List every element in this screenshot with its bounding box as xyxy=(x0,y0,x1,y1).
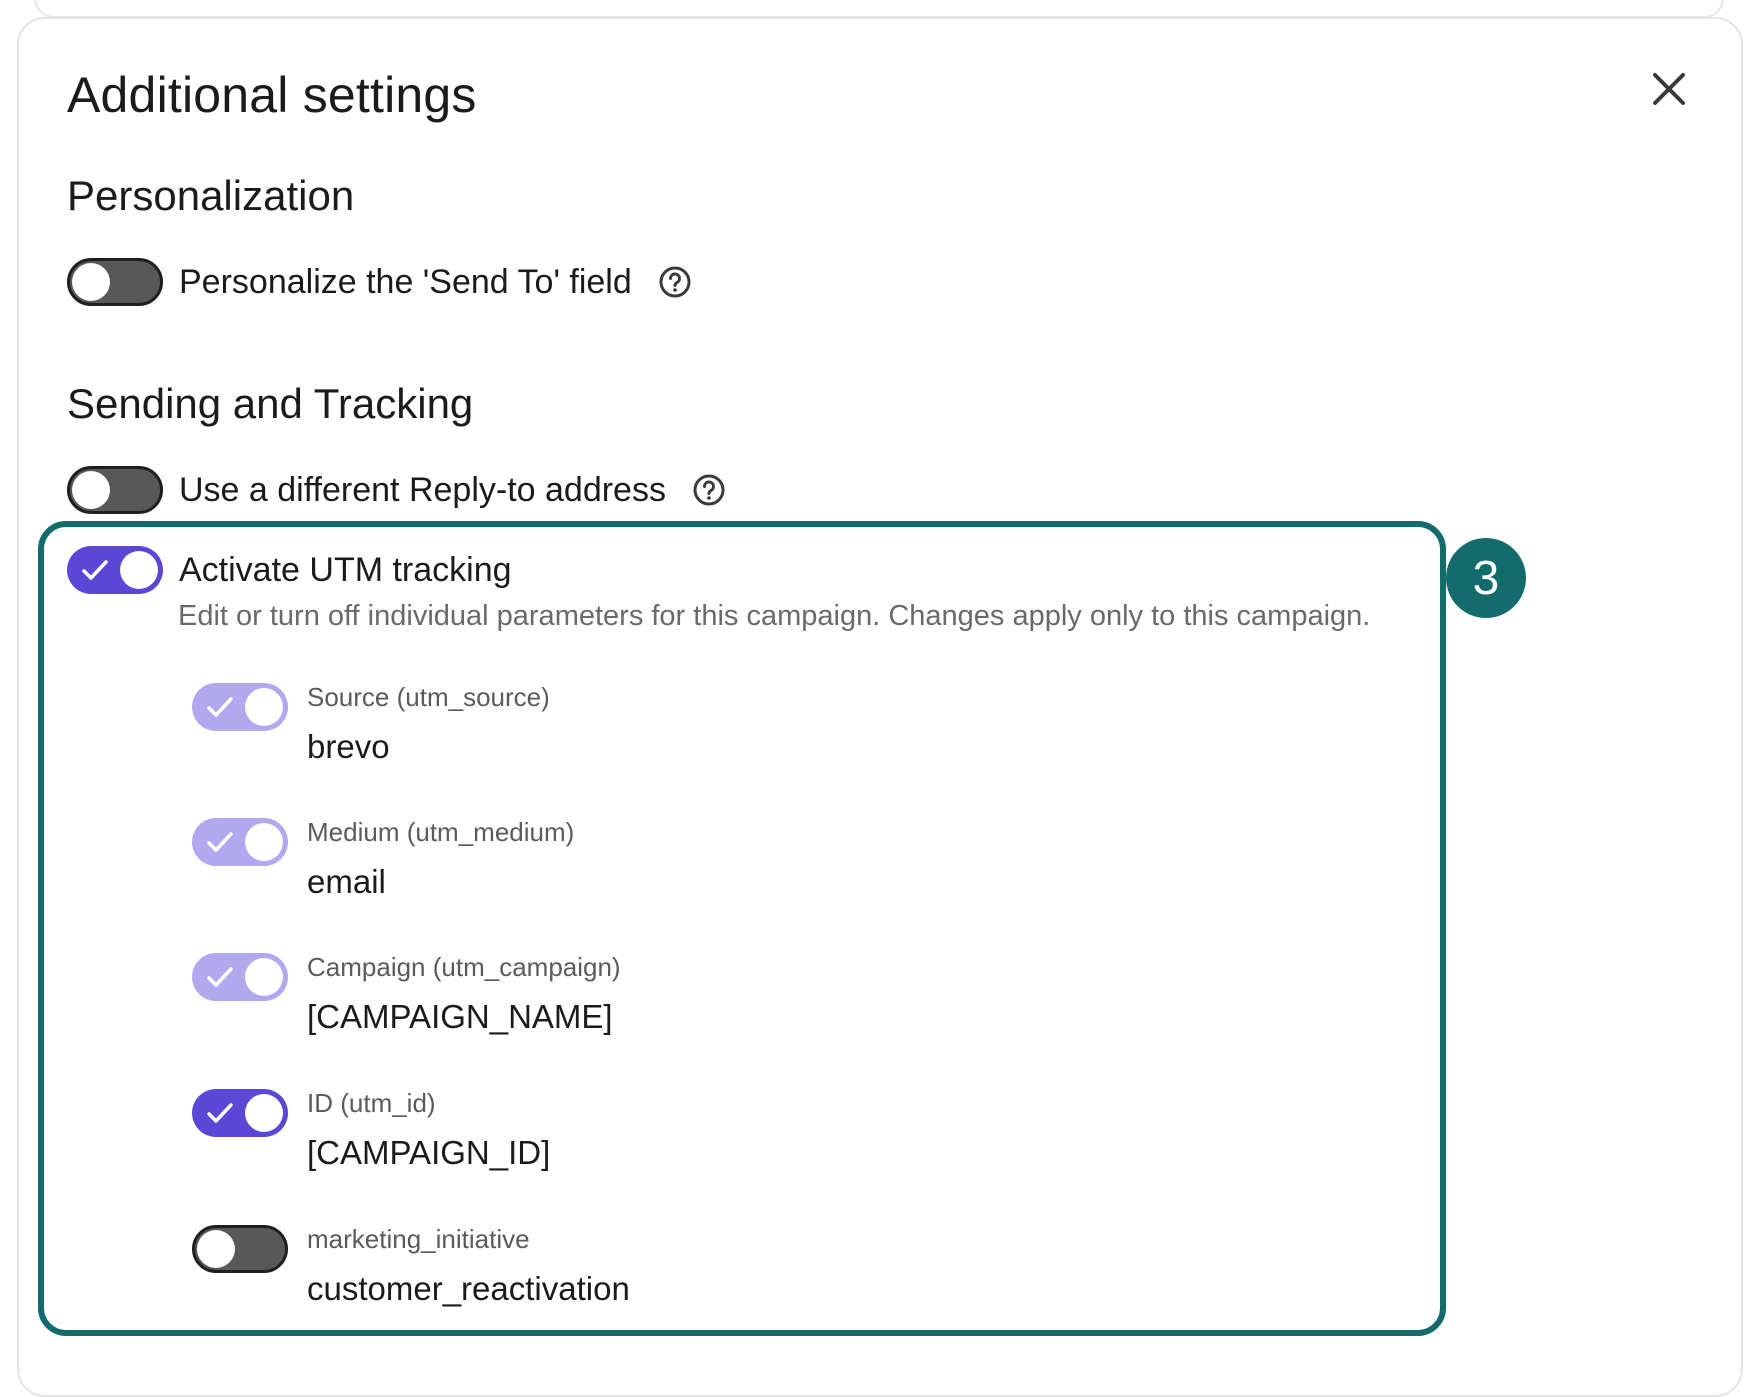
utm-label: Activate UTM tracking xyxy=(179,550,512,589)
utm-id-value: [CAMPAIGN_ID] xyxy=(307,1134,551,1171)
reply-to-toggle[interactable] xyxy=(67,466,163,514)
marketing-initiative-value: customer_reactivation xyxy=(307,1270,630,1307)
check-icon xyxy=(207,1103,233,1123)
utm-medium-toggle[interactable] xyxy=(192,818,288,866)
utm-campaign-toggle[interactable] xyxy=(192,953,288,1001)
reply-to-label: Use a different Reply-to address xyxy=(179,470,666,509)
utm-source-toggle[interactable] xyxy=(192,683,288,731)
step-number-badge: 3 xyxy=(1446,538,1526,618)
utm-description: Edit or turn off individual parameters f… xyxy=(178,600,1371,632)
help-icon[interactable] xyxy=(692,473,726,507)
utm-id-label: ID (utm_id) xyxy=(307,1088,436,1118)
help-icon[interactable] xyxy=(658,265,692,299)
send-to-label: Personalize the 'Send To' field xyxy=(179,262,632,301)
check-icon xyxy=(82,560,108,580)
check-icon xyxy=(207,967,233,987)
personalization-heading: Personalization xyxy=(67,172,355,219)
utm-source-label: Source (utm_source) xyxy=(307,682,550,712)
marketing-initiative-toggle[interactable] xyxy=(192,1225,288,1273)
utm-id-toggle[interactable] xyxy=(192,1089,288,1137)
utm-campaign-value: [CAMPAIGN_NAME] xyxy=(307,998,613,1035)
utm-row: Activate UTM tracking xyxy=(67,546,512,594)
utm-toggle[interactable] xyxy=(67,546,163,594)
check-icon xyxy=(207,832,233,852)
modal-title: Additional settings xyxy=(67,67,477,123)
marketing-initiative-label: marketing_initiative xyxy=(307,1224,530,1254)
check-icon xyxy=(207,697,233,717)
close-icon[interactable] xyxy=(1649,69,1689,109)
send-to-toggle[interactable] xyxy=(67,258,163,306)
utm-campaign-label: Campaign (utm_campaign) xyxy=(307,952,621,982)
send-to-row: Personalize the 'Send To' field xyxy=(67,258,692,306)
utm-medium-value: email xyxy=(307,863,386,900)
reply-to-row: Use a different Reply-to address xyxy=(67,466,726,514)
sending-tracking-heading: Sending and Tracking xyxy=(67,380,474,427)
utm-source-value: brevo xyxy=(307,728,390,765)
utm-medium-label: Medium (utm_medium) xyxy=(307,817,575,847)
background-card-edge xyxy=(34,0,1724,18)
utm-highlight-frame xyxy=(38,521,1446,1336)
